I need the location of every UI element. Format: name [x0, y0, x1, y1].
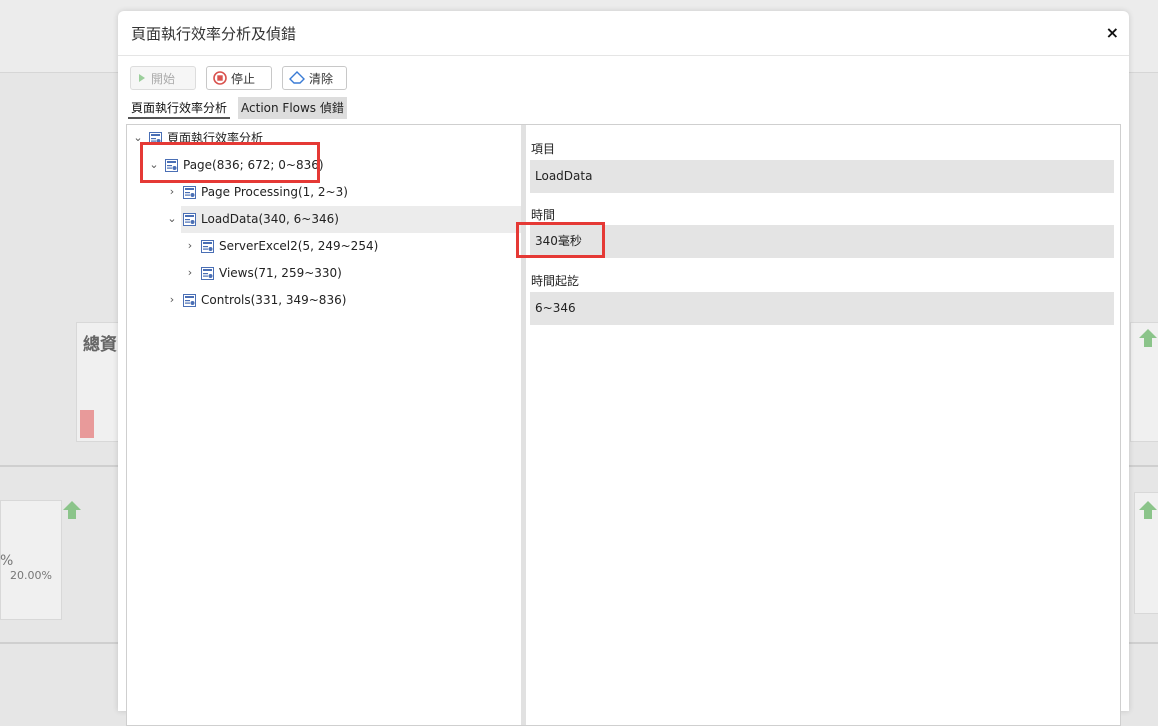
- tree-node-label: LoadData(340, 6~346): [201, 212, 339, 226]
- tree-node-loaddata[interactable]: ⌄ LoadData(340, 6~346): [165, 206, 339, 232]
- background-red-bar: [80, 410, 94, 438]
- item-value: LoadData: [530, 160, 1114, 193]
- report-node-icon: [183, 212, 196, 226]
- close-button[interactable]: ×: [1106, 23, 1119, 43]
- tree-node-root[interactable]: ⌄ 頁面執行效率分析: [131, 125, 263, 151]
- report-node-icon: [183, 185, 196, 199]
- stop-icon: [213, 71, 227, 85]
- background-divider-lower-right: [1129, 642, 1158, 644]
- detail-pane: 項目 LoadData 時間 340毫秒 時間起訖 6~346: [526, 125, 1120, 725]
- tree-node-serverexcel2[interactable]: › ServerExcel2(5, 249~254): [183, 233, 378, 259]
- tree-node-label: ServerExcel2(5, 249~254): [219, 239, 379, 253]
- tree-node-label: 頁面執行效率分析: [167, 131, 264, 145]
- item-label: 項目: [531, 142, 556, 156]
- analysis-panel: ⌄ 頁面執行效率分析 ⌄ Page(836; 672; 0~836) › Pag…: [126, 124, 1121, 726]
- clear-button-label: 清除: [309, 71, 334, 86]
- tree-node-label: Page(836; 672; 0~836): [183, 158, 324, 172]
- chevron-right-icon[interactable]: ›: [183, 233, 197, 259]
- chevron-right-icon[interactable]: ›: [165, 287, 179, 313]
- tab-bar: 頁面執行效率分析 Action Flows 偵錯: [128, 97, 355, 121]
- tab-performance-analysis[interactable]: 頁面執行效率分析: [128, 97, 231, 119]
- background-divider: [0, 465, 118, 467]
- chevron-right-icon[interactable]: ›: [183, 260, 197, 286]
- report-node-icon: [149, 131, 162, 145]
- stop-button[interactable]: 停止: [206, 66, 272, 90]
- tree-node-label: Controls(331, 349~836): [201, 293, 347, 307]
- tree-node-views[interactable]: › Views(71, 259~330): [183, 260, 342, 286]
- green-up-arrow-icon: [1139, 329, 1157, 347]
- tree-node-page[interactable]: ⌄ Page(836; 672; 0~836): [147, 152, 324, 178]
- tree-node-label: Page Processing(1, 2~3): [201, 185, 348, 199]
- background-divider-lower: [0, 642, 118, 644]
- stop-button-label: 停止: [231, 71, 256, 86]
- report-node-icon: [201, 266, 214, 280]
- green-up-arrow-icon: [1139, 501, 1157, 519]
- chevron-down-icon[interactable]: ⌄: [165, 206, 179, 232]
- tree-node-page-processing[interactable]: › Page Processing(1, 2~3): [165, 179, 348, 205]
- tree-node-label: Views(71, 259~330): [219, 266, 342, 280]
- tree-node-controls[interactable]: › Controls(331, 349~836): [165, 287, 347, 313]
- execution-tree: ⌄ 頁面執行效率分析 ⌄ Page(836; 672; 0~836) › Pag…: [127, 125, 521, 725]
- tab-action-flows-debug[interactable]: Action Flows 偵錯: [238, 97, 347, 119]
- report-node-icon: [183, 293, 196, 307]
- background-percent-value: 20.00%: [10, 569, 52, 582]
- background-card-title: 總資: [83, 335, 117, 355]
- chevron-down-icon[interactable]: ⌄: [147, 152, 161, 178]
- play-icon: [137, 73, 147, 83]
- dialog-title: 頁面執行效率分析及偵錯: [131, 25, 297, 43]
- report-node-icon: [165, 158, 178, 172]
- chevron-down-icon[interactable]: ⌄: [131, 125, 145, 151]
- green-up-arrow-icon: [63, 501, 81, 519]
- report-node-icon: [201, 239, 214, 253]
- performance-debug-dialog: 頁面執行效率分析及偵錯 × 開始 停止 清除 頁面執行效率分析 Action F…: [118, 11, 1129, 726]
- time-value: 340毫秒: [530, 225, 1114, 258]
- start-button-label: 開始: [151, 71, 176, 86]
- time-range-label: 時間起訖: [531, 274, 580, 288]
- clear-button[interactable]: 清除: [282, 66, 347, 90]
- background-percent-partial: %: [0, 553, 14, 569]
- background-divider-right: [1129, 465, 1158, 467]
- start-button[interactable]: 開始: [130, 66, 196, 90]
- eraser-icon: [289, 71, 305, 85]
- chevron-right-icon[interactable]: ›: [165, 179, 179, 205]
- dialog-header: 頁面執行效率分析及偵錯 ×: [118, 11, 1129, 56]
- time-label: 時間: [531, 208, 556, 222]
- time-range-value: 6~346: [530, 292, 1114, 325]
